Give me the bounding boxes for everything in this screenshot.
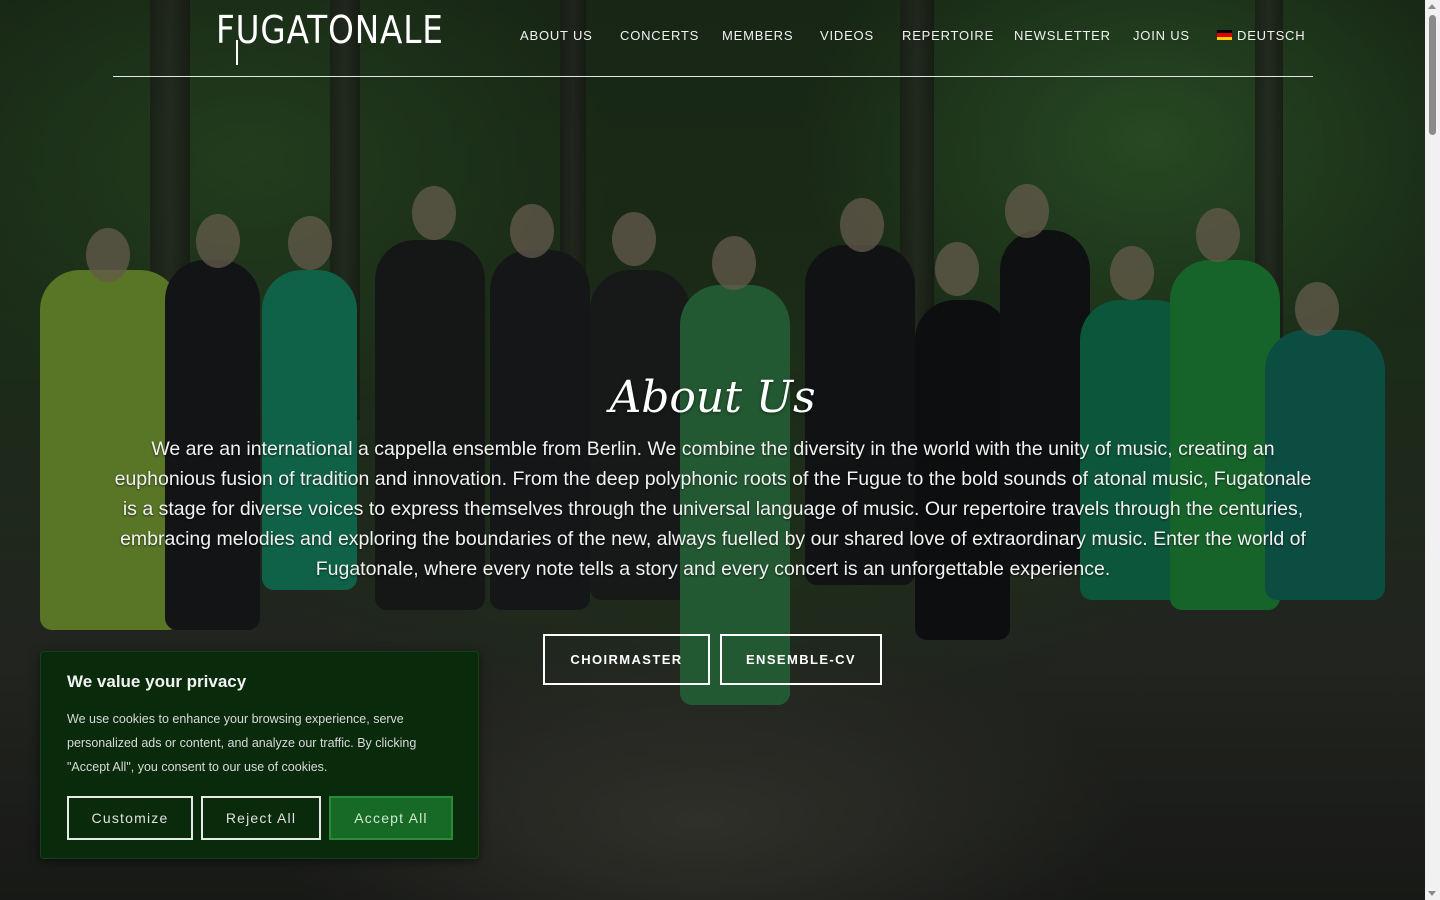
cookie-consent-banner: We value your privacy We use cookies to … <box>40 651 479 859</box>
nav-join-us[interactable]: JOIN US <box>1133 28 1190 43</box>
scrollbar-thumb[interactable] <box>1429 15 1436 135</box>
about-description: We are an international a cappella ensem… <box>114 438 1312 580</box>
accept-all-button[interactable]: Accept All <box>329 796 453 840</box>
cookie-title: We value your privacy <box>67 672 247 691</box>
nav-members[interactable]: MEMBERS <box>722 28 793 43</box>
cookie-description: We use cookies to enhance your browsing … <box>67 712 417 774</box>
ensemble-cv-button[interactable]: ENSEMBLE-CV <box>720 634 882 685</box>
nav-about-us[interactable]: ABOUT US <box>520 28 593 43</box>
customize-button[interactable]: Customize <box>67 796 193 840</box>
nav-repertoire[interactable]: REPERTOIRE <box>902 28 994 43</box>
logo-fork-stem <box>236 40 238 65</box>
reject-all-button[interactable]: Reject All <box>201 796 321 840</box>
nav-concerts[interactable]: CONCERTS <box>620 28 699 43</box>
choirmaster-button[interactable]: CHOIRMASTER <box>543 634 710 685</box>
nav-newsletter[interactable]: NEWSLETTER <box>1014 28 1111 43</box>
nav-language-deutsch[interactable]: DEUTSCH <box>1237 28 1305 43</box>
site-logo[interactable]: FUGATONALE <box>216 8 444 52</box>
header-divider <box>113 76 1313 77</box>
nav-videos[interactable]: VIDEOS <box>820 28 874 43</box>
page-scrollbar[interactable] <box>1425 0 1440 900</box>
scroll-up-arrow-icon[interactable] <box>1428 4 1436 9</box>
page-title: About Us <box>609 372 816 423</box>
scroll-down-arrow-icon[interactable] <box>1428 891 1436 896</box>
german-flag-icon[interactable] <box>1217 30 1232 40</box>
